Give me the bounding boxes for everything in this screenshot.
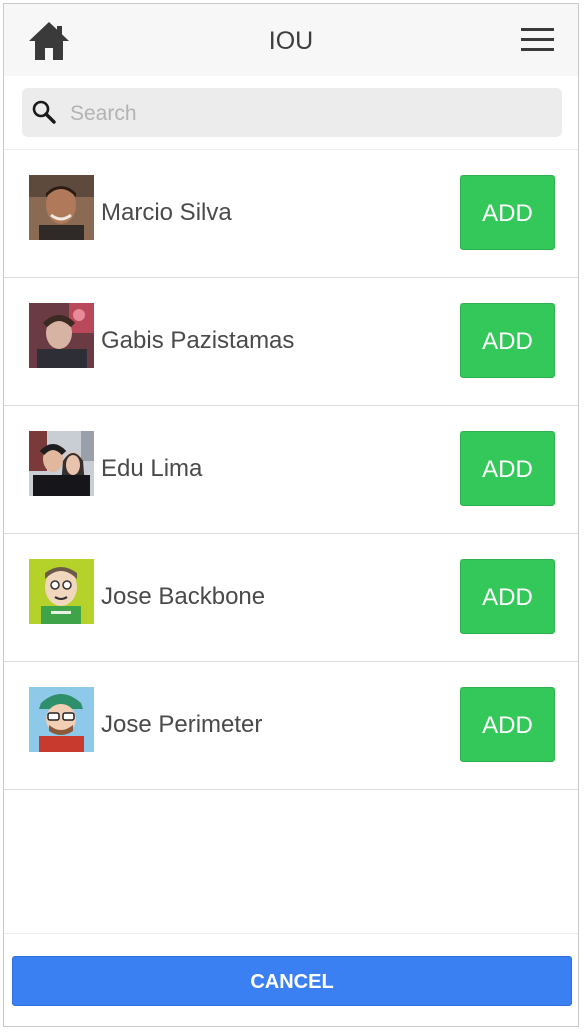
add-button[interactable]: ADD <box>460 687 555 762</box>
list-item: Marcio Silva ADD <box>4 150 578 278</box>
avatar <box>29 303 94 368</box>
contact-name: Jose Perimeter <box>101 711 263 738</box>
contact-name: Edu Lima <box>101 455 203 482</box>
list-item: Jose Backbone ADD <box>4 534 578 662</box>
footer-divider <box>4 933 578 934</box>
search-icon <box>32 100 56 124</box>
page-title: IOU <box>268 27 314 55</box>
avatar <box>29 431 94 496</box>
home-icon <box>29 22 69 60</box>
menu-button[interactable] <box>520 26 556 54</box>
contact-list: Marcio Silva ADD Gabis Pazistamas ADD Ed… <box>4 149 578 790</box>
avatar <box>29 175 94 240</box>
list-item: Edu Lima ADD <box>4 406 578 534</box>
home-button[interactable] <box>27 20 71 62</box>
app-screen: IOU Search Marcio Silva ADD Gabis Pazist… <box>3 3 579 1027</box>
cancel-button[interactable]: CANCEL <box>12 956 572 1006</box>
contact-name: Gabis Pazistamas <box>101 327 295 354</box>
search-input[interactable] <box>68 88 552 139</box>
add-button[interactable]: ADD <box>460 303 555 378</box>
search-bar <box>22 88 562 139</box>
add-button[interactable]: ADD <box>460 431 555 506</box>
add-button[interactable]: ADD <box>460 175 555 250</box>
avatar <box>29 687 94 752</box>
header-bar: IOU <box>4 4 578 76</box>
list-item: Gabis Pazistamas ADD <box>4 278 578 406</box>
contact-name: Jose Backbone <box>101 583 266 610</box>
add-button[interactable]: ADD <box>460 559 555 634</box>
avatar <box>29 559 94 624</box>
list-item: Jose Perimeter ADD <box>4 662 578 790</box>
hamburger-menu-icon <box>521 28 554 51</box>
contact-name: Marcio Silva <box>101 199 232 226</box>
